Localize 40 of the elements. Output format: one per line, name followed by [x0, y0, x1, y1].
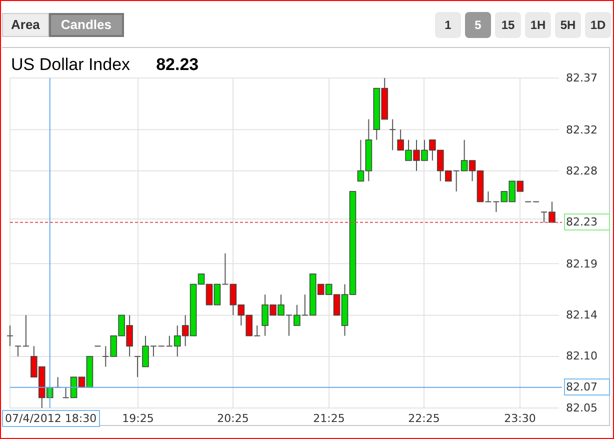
- cursor-price-label: 82.07: [564, 378, 610, 396]
- candlestick: [452, 170, 460, 192]
- x-axis-label: 21:25: [313, 411, 345, 427]
- cursor-time-label: 07/4/2012 18:30: [2, 410, 100, 427]
- chart-type-tab[interactable]: Area: [2, 13, 49, 37]
- y-axis-label: 82.10: [565, 350, 598, 362]
- candlestick: [301, 294, 308, 316]
- y-axis-label: 82.28: [565, 165, 598, 176]
- candlestick: [22, 314, 30, 347]
- interval-button[interactable]: 1: [435, 12, 461, 38]
- interval-button[interactable]: 5H: [555, 12, 581, 38]
- x-axis-label: 19:25: [122, 411, 154, 427]
- candlestick: [150, 346, 157, 357]
- candlestick: [166, 335, 173, 347]
- interval-button[interactable]: 1D: [585, 12, 611, 38]
- y-axis-label: 82.37: [565, 72, 598, 84]
- current-price: 82.23: [156, 54, 199, 76]
- x-axis-label: 22:25: [408, 411, 440, 427]
- candlestick: [102, 346, 110, 368]
- candlestick: [14, 346, 22, 357]
- candlestick: [484, 190, 492, 202]
- candlestick: [389, 118, 396, 151]
- x-axis-label: 20:25: [217, 411, 249, 427]
- interval-button[interactable]: 15: [495, 12, 521, 38]
- y-axis-label: 82.19: [565, 258, 598, 270]
- candlestick: [285, 314, 292, 336]
- candlestick: [492, 201, 500, 213]
- candlestick: [254, 325, 261, 336]
- chart-title: US Dollar Index: [11, 54, 130, 76]
- current-price-label: 82.23: [564, 214, 610, 231]
- candlestick: [6, 325, 14, 347]
- interval-button[interactable]: 1H: [525, 12, 551, 38]
- y-axis-label: 82.05: [565, 402, 598, 414]
- x-axis-label: 23:30: [504, 411, 536, 427]
- candlestick: [62, 386, 70, 398]
- candlestick: [540, 212, 548, 223]
- y-axis-label: 82.14: [565, 310, 598, 321]
- y-axis-label: 82.32: [565, 124, 598, 136]
- candlestick: [134, 356, 142, 378]
- candlestick: [222, 252, 229, 285]
